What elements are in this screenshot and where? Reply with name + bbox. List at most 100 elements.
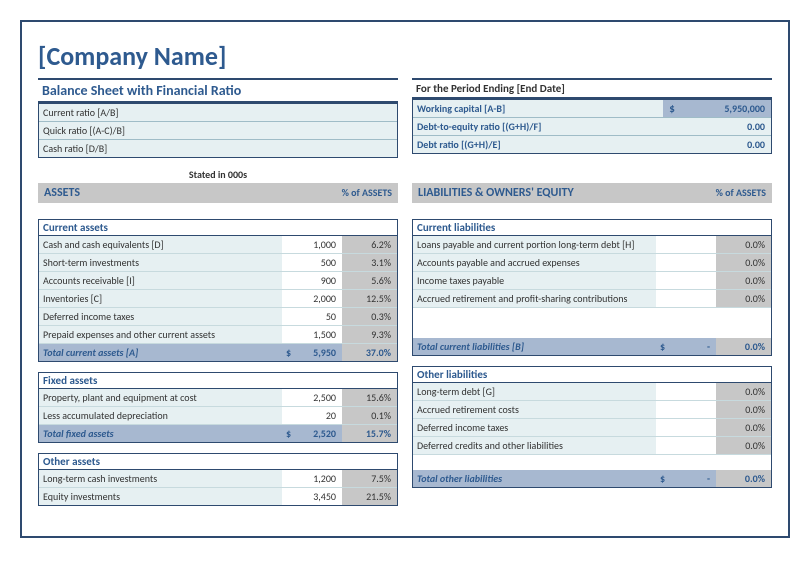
fixed-assets-box: Fixed assets Property, plant and equipme… <box>38 372 398 443</box>
row-label: Long-term cash investments <box>39 470 282 487</box>
row-pct: 6.2% <box>342 236 397 253</box>
row-label: Equity investments <box>39 488 282 505</box>
main-columns: Current assets Cash and cash equivalents… <box>38 209 772 506</box>
total-label: Total current liabilities [B] <box>413 338 656 355</box>
row-label: Accrued retirement and profit-sharing co… <box>413 290 656 307</box>
balance-sheet: [Company Name] Balance Sheet with Financ… <box>20 20 790 538</box>
other-assets-box: Other assets Long-term cash investments1… <box>38 453 398 506</box>
row-label: Short-term investments <box>39 254 282 271</box>
row-value <box>656 401 716 418</box>
assets-title: ASSETS <box>44 186 332 200</box>
ratio-label: Working capital [A-B] <box>413 100 663 117</box>
total-label: Total current assets [A] <box>39 344 282 361</box>
row-pct: 0.0% <box>716 272 771 289</box>
ratio-label: Current ratio [A/B] <box>39 104 327 121</box>
left-top-col: Balance Sheet with Financial Ratio Curre… <box>38 78 398 158</box>
right-ratios: Working capital [A-B] $ 5,950,000 Debt-t… <box>412 99 772 154</box>
row-pct: 15.6% <box>342 389 397 406</box>
row-value <box>656 272 716 289</box>
row-pct: 0.3% <box>342 308 397 325</box>
total-pct: 37.0% <box>342 344 397 361</box>
row-pct: 0.0% <box>716 383 771 400</box>
company-name: [Company Name] <box>38 40 772 72</box>
assets-column: Current assets Cash and cash equivalents… <box>38 209 398 506</box>
total-label: Total fixed assets <box>39 425 282 442</box>
row-value <box>656 419 716 436</box>
row-label: Loans payable and current portion long-t… <box>413 236 656 253</box>
row-label: Deferred credits and other liabilities <box>413 437 656 454</box>
row-value: 2,500 <box>282 389 342 406</box>
row-label: Deferred income taxes <box>413 419 656 436</box>
right-top-col: For the Period Ending [End Date] Working… <box>412 78 772 158</box>
section-header: Other liabilities <box>413 367 771 383</box>
row-pct: 3.1% <box>342 254 397 271</box>
total-pct: 0.0% <box>716 470 771 487</box>
row-value <box>656 290 716 307</box>
row-label: Prepaid expenses and other current asset… <box>39 326 282 343</box>
row-label: Long-term debt [G] <box>413 383 656 400</box>
liab-title: LIABILITIES & OWNERS' EQUITY <box>418 186 706 200</box>
row-value <box>656 437 716 454</box>
row-label: Accrued retirement costs <box>413 401 656 418</box>
other-liab-box: Other liabilities Long-term debt [G] 0.0%… <box>412 366 772 488</box>
row-value: 1,500 <box>282 326 342 343</box>
row-value: 900 <box>282 272 342 289</box>
row-value: 1,000 <box>282 236 342 253</box>
ratio-label: Debt ratio [(G+H)/E] <box>413 136 701 153</box>
currency-symbol: $ <box>663 100 681 117</box>
total-label: Total other liabilities <box>413 470 656 487</box>
section-header: Other assets <box>39 454 397 470</box>
row-pct: 0.0% <box>716 290 771 307</box>
row-value: 500 <box>282 254 342 271</box>
top-section: Balance Sheet with Financial Ratio Curre… <box>38 78 772 158</box>
row-value <box>656 383 716 400</box>
row-pct: 12.5% <box>342 290 397 307</box>
row-value: 50 <box>282 308 342 325</box>
row-value: 2,000 <box>282 290 342 307</box>
ratio-value: 0.00 <box>701 118 771 135</box>
total-value: $2,520 <box>282 425 342 442</box>
period-header: For the Period Ending [End Date] <box>412 78 772 99</box>
row-label: Accounts receivable [I] <box>39 272 282 289</box>
row-value <box>656 236 716 253</box>
row-label: Property, plant and equipment at cost <box>39 389 282 406</box>
pct-header: % of ASSETS <box>706 188 766 198</box>
row-pct: 0.1% <box>342 407 397 424</box>
liabilities-column: Current liabilities Loans payable and cu… <box>412 209 772 506</box>
row-label: Inventories [C] <box>39 290 282 307</box>
row-value <box>656 254 716 271</box>
ratio-label: Quick ratio [(A-C)/B] <box>39 122 327 139</box>
row-pct: 0.0% <box>716 419 771 436</box>
sheet-title: Balance Sheet with Financial Ratio <box>38 78 398 103</box>
assets-header: ASSETS % of ASSETS <box>38 183 398 203</box>
ratio-label: Debt-to-equity ratio [(G+H)/F] <box>413 118 701 135</box>
section-header: Current assets <box>39 220 397 236</box>
liabilities-header: LIABILITIES & OWNERS' EQUITY % of ASSETS <box>412 183 772 203</box>
pct-header: % of ASSETS <box>332 188 392 198</box>
row-value: 3,450 <box>282 488 342 505</box>
row-label: Cash and cash equivalents [D] <box>39 236 282 253</box>
row-pct: 0.0% <box>716 236 771 253</box>
row-value: 20 <box>282 407 342 424</box>
row-pct: 7.5% <box>342 470 397 487</box>
row-pct: 0.0% <box>716 254 771 271</box>
ratio-value: 5,950,000 <box>681 100 771 117</box>
row-pct: 21.5% <box>342 488 397 505</box>
row-label: Accounts payable and accrued expenses <box>413 254 656 271</box>
ratio-value: 0.00 <box>701 136 771 153</box>
total-pct: 15.7% <box>342 425 397 442</box>
ratio-label: Cash ratio [D/B] <box>39 140 327 157</box>
current-assets-box: Current assets Cash and cash equivalents… <box>38 219 398 362</box>
row-pct: 0.0% <box>716 401 771 418</box>
row-label: Deferred income taxes <box>39 308 282 325</box>
row-label: Less accumulated depreciation <box>39 407 282 424</box>
ratio-value <box>327 104 397 121</box>
total-pct: 0.0% <box>716 338 771 355</box>
section-header: Fixed assets <box>39 373 397 389</box>
ratio-value <box>327 122 397 139</box>
row-label: Income taxes payable <box>413 272 656 289</box>
left-ratios: Current ratio [A/B] Quick ratio [(A-C)/B… <box>38 103 398 158</box>
row-pct: 0.0% <box>716 437 771 454</box>
stated-label: Stated in 000s <box>38 166 398 183</box>
total-value: $5,950 <box>282 344 342 361</box>
